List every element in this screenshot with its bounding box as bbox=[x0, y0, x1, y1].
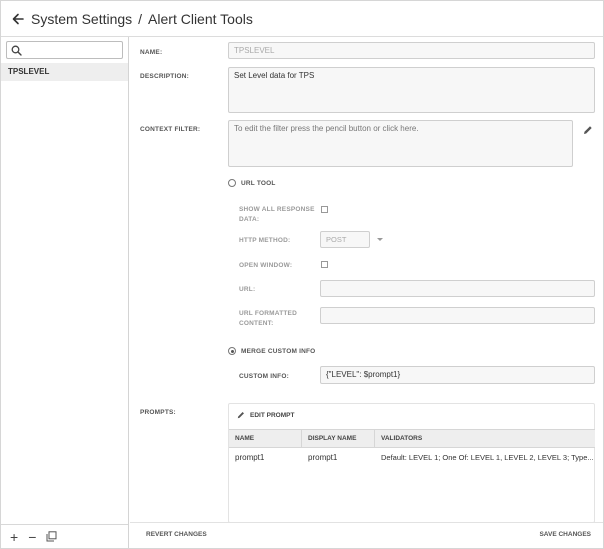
search-box[interactable] bbox=[6, 41, 123, 59]
sidebar-item-tpslevel[interactable]: TPSLEVEL bbox=[1, 63, 128, 81]
url-tool-label: URL TOOL bbox=[241, 180, 276, 187]
sidebar-footer: + − bbox=[1, 524, 128, 548]
save-changes-button[interactable]: SAVE CHANGES bbox=[539, 531, 591, 538]
url-tool-radio[interactable] bbox=[228, 179, 236, 187]
table-row[interactable]: prompt1 prompt1 Default: LEVEL 1; One Of… bbox=[229, 448, 595, 468]
merge-custom-info-radio[interactable] bbox=[228, 347, 236, 355]
cell-display-name: prompt1 bbox=[308, 453, 338, 462]
open-window-checkbox[interactable] bbox=[321, 261, 328, 268]
show-all-response-label: SHOW ALL RESPONSE DATA: bbox=[239, 206, 315, 223]
breadcrumb-separator: / bbox=[138, 10, 143, 27]
column-header-name[interactable]: NAME bbox=[229, 430, 302, 447]
prompts-table: NAME DISPLAY NAME VALIDATORS prompt1 pro… bbox=[229, 429, 595, 468]
column-header-display-name[interactable]: DISPLAY NAME bbox=[302, 430, 375, 447]
breadcrumb-system-settings[interactable]: System Settings bbox=[31, 11, 132, 27]
column-header-validators[interactable]: VALIDATORS bbox=[375, 430, 595, 447]
merge-custom-info-label: MERGE CUSTOM INFO bbox=[241, 348, 316, 355]
chevron-down-icon[interactable] bbox=[377, 238, 383, 241]
show-all-response-checkbox[interactable] bbox=[321, 206, 328, 213]
action-bar: REVERT CHANGES SAVE CHANGES bbox=[130, 522, 603, 546]
url-formatted-content-label: URL FORMATTED CONTENT: bbox=[239, 310, 297, 327]
add-tool-button[interactable]: + bbox=[10, 530, 18, 544]
context-filter-field[interactable]: To edit the filter press the pencil butt… bbox=[228, 120, 573, 167]
breadcrumb-alert-client-tools: Alert Client Tools bbox=[148, 10, 253, 27]
pencil-icon[interactable] bbox=[583, 125, 593, 135]
prompts-panel: EDIT PROMPT NAME DISPLAY NAME VALIDATORS… bbox=[228, 403, 595, 523]
http-method-label: HTTP METHOD: bbox=[239, 237, 291, 244]
cell-name: prompt1 bbox=[235, 453, 265, 462]
name-field[interactable]: TPSLEVEL bbox=[228, 42, 595, 59]
custom-info-label: CUSTOM INFO: bbox=[239, 373, 289, 380]
description-label: DESCRIPTION: bbox=[140, 73, 189, 80]
url-formatted-content-field[interactable] bbox=[320, 307, 595, 324]
table-header: NAME DISPLAY NAME VALIDATORS bbox=[229, 429, 595, 448]
tool-editor: NAME: TPSLEVEL DESCRIPTION: Set Level da… bbox=[130, 37, 603, 548]
app-window: System Settings / Alert Client Tools TPS… bbox=[0, 0, 604, 549]
description-field[interactable]: Set Level data for TPS bbox=[228, 67, 595, 113]
remove-tool-button[interactable]: − bbox=[28, 530, 36, 544]
url-label: URL: bbox=[239, 286, 256, 293]
cell-validators: Default: LEVEL 1; One Of: LEVEL 1, LEVEL… bbox=[381, 453, 594, 462]
edit-prompt-button[interactable]: EDIT PROMPT bbox=[237, 411, 294, 419]
sidebar: TPSLEVEL + − bbox=[1, 37, 129, 548]
revert-changes-button[interactable]: REVERT CHANGES bbox=[146, 531, 207, 538]
copy-icon[interactable] bbox=[46, 531, 57, 542]
search-input[interactable] bbox=[25, 43, 120, 57]
search-icon bbox=[11, 45, 22, 56]
breadcrumb: System Settings / Alert Client Tools bbox=[31, 11, 253, 27]
back-arrow-icon[interactable] bbox=[11, 12, 25, 26]
name-label: NAME: bbox=[140, 49, 163, 56]
url-field[interactable] bbox=[320, 280, 595, 297]
custom-info-field[interactable]: {"LEVEL": $prompt1} bbox=[320, 366, 595, 384]
context-filter-label: CONTEXT FILTER: bbox=[140, 126, 201, 133]
prompts-label: PROMPTS: bbox=[140, 409, 176, 416]
http-method-select[interactable]: POST bbox=[320, 231, 370, 248]
page-header: System Settings / Alert Client Tools bbox=[1, 1, 603, 37]
pencil-icon bbox=[237, 412, 244, 419]
open-window-label: OPEN WINDOW: bbox=[239, 262, 293, 269]
